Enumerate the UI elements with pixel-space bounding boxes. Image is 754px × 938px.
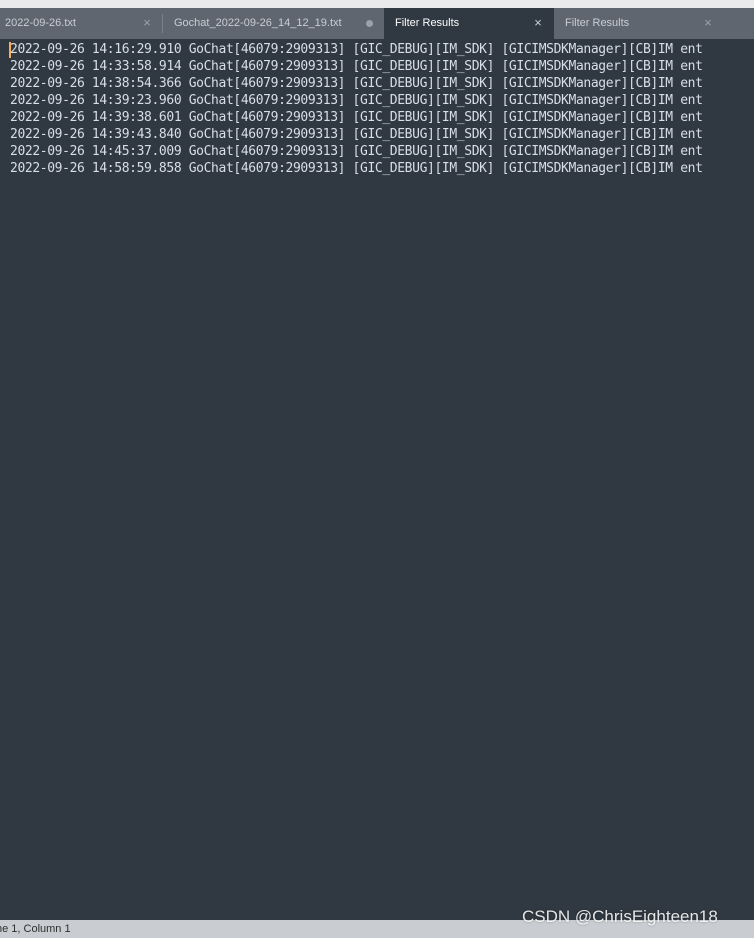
editor-line[interactable]: 2022-09-26 14:38:54.366 GoChat[46079:290… bbox=[10, 75, 703, 92]
editor-line[interactable]: 2022-09-26 14:16:29.910 GoChat[46079:290… bbox=[10, 41, 703, 58]
tab-filter-results[interactable]: Filter Results × bbox=[554, 8, 754, 39]
editor-line[interactable]: 2022-09-26 14:39:43.840 GoChat[46079:290… bbox=[10, 126, 703, 143]
tab-bar: 2022-09-26.txt × Gochat_2022-09-26_14_12… bbox=[0, 8, 754, 39]
close-icon[interactable]: × bbox=[140, 16, 154, 30]
cursor-position[interactable]: ne 1, Column 1 bbox=[0, 923, 71, 935]
window-top-strip bbox=[0, 0, 754, 8]
tab-filter-results-active[interactable]: Filter Results × bbox=[384, 8, 554, 39]
close-icon[interactable]: × bbox=[531, 16, 545, 30]
editor-line[interactable]: 2022-09-26 14:58:59.858 GoChat[46079:290… bbox=[10, 160, 703, 177]
tab-2022-09-26-txt[interactable]: 2022-09-26.txt × bbox=[0, 8, 162, 39]
editor-line[interactable]: 2022-09-26 14:45:37.009 GoChat[46079:290… bbox=[10, 143, 703, 160]
watermark-text: CSDN @ChrisEighteen18 bbox=[522, 907, 718, 926]
tab-gochat-log[interactable]: Gochat_2022-09-26_14_12_19.txt bbox=[163, 8, 384, 39]
text-editor[interactable]: 2022-09-26 14:16:29.910 GoChat[46079:290… bbox=[0, 39, 754, 920]
editor-line[interactable]: 2022-09-26 14:33:58.914 GoChat[46079:290… bbox=[10, 58, 703, 75]
editor-line[interactable]: 2022-09-26 14:39:38.601 GoChat[46079:290… bbox=[10, 109, 703, 126]
close-icon[interactable]: × bbox=[701, 16, 715, 30]
tab-label: Gochat_2022-09-26_14_12_19.txt bbox=[174, 17, 342, 29]
tab-label: Filter Results bbox=[395, 17, 460, 29]
editor-line[interactable]: 2022-09-26 14:39:23.960 GoChat[46079:290… bbox=[10, 92, 703, 109]
tab-label: 2022-09-26.txt bbox=[5, 17, 76, 29]
unsaved-dot-icon[interactable] bbox=[362, 16, 376, 30]
tab-label: Filter Results bbox=[565, 17, 630, 29]
